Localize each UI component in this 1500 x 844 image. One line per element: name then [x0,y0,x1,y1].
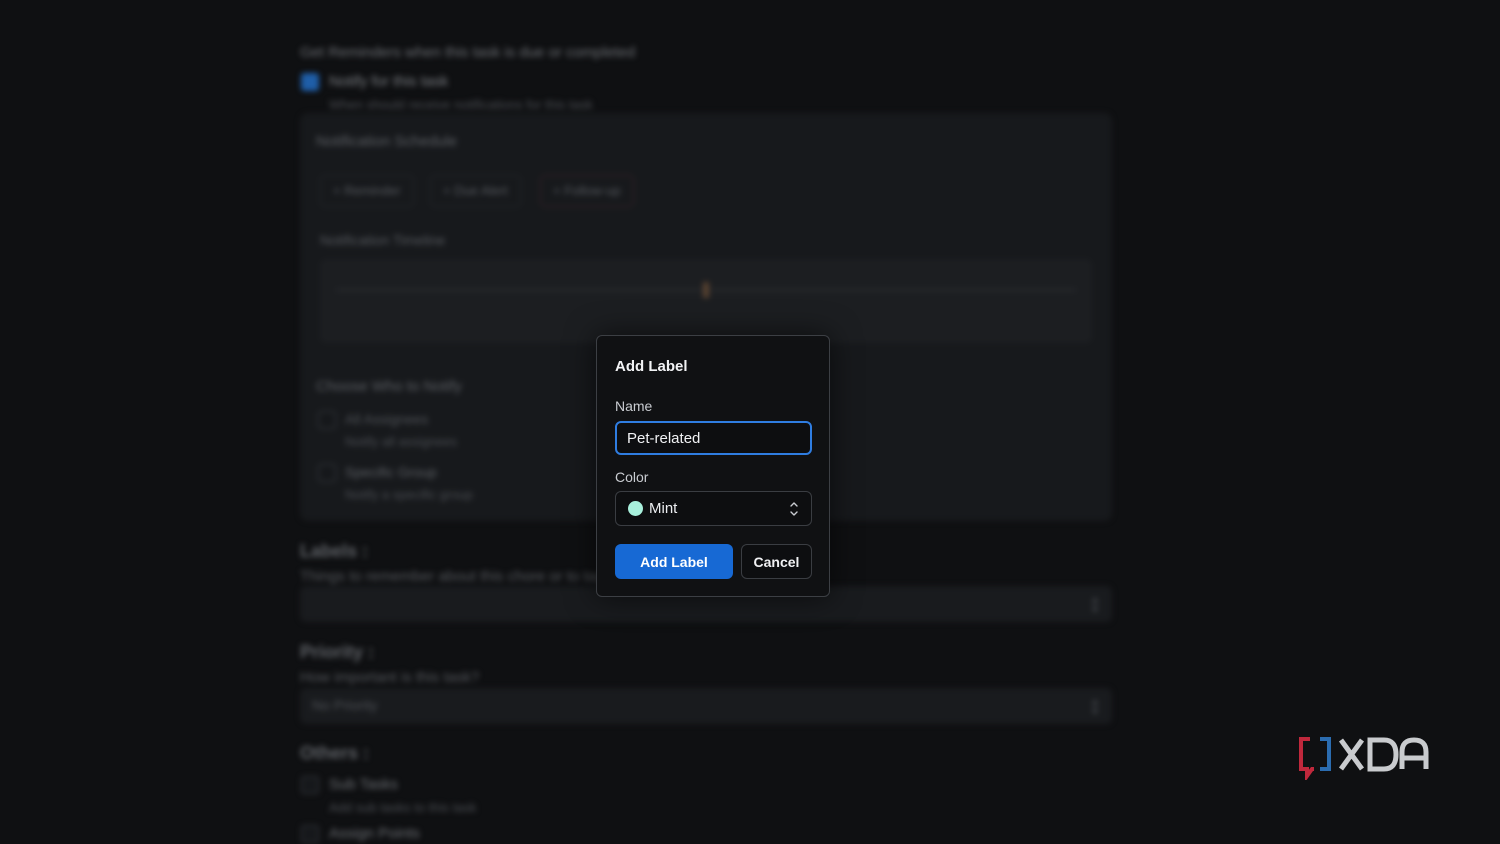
priority-select: No Priority ▴ ▾ [300,688,1112,724]
specific-group-sub: Notify a specific group [345,487,473,502]
sub-tasks-label: Sub Tasks [329,776,398,793]
labels-heading: Labels : [300,541,369,561]
assign-points-checkbox [301,825,319,843]
others-heading: Others : [300,743,370,763]
add-label-dialog: Add Label Name Color Mint Add Label Canc… [596,335,830,597]
cancel-button[interactable]: Cancel [741,544,812,579]
notify-sub: When should receive notifications for th… [329,97,593,112]
specific-group-label: Specific Group [345,464,437,480]
due-alert-chip: + Due Alert [430,175,521,207]
color-field-label: Color [615,469,649,485]
reminder-heading: Get Reminders when this task is due or c… [300,44,636,61]
priority-heading: Priority : [300,642,375,662]
xda-logo [1299,737,1429,780]
assign-points-label: Assign Points [329,825,420,842]
timeline-marker [703,282,709,298]
specific-group-checkbox [318,464,336,482]
sub-tasks-sub: Add sub tasks to this task [329,800,477,815]
all-assignees-label: All Assignees [345,411,429,427]
priority-sub: How important is this task? [300,669,480,686]
follow-up-chip: + Follow-up [540,175,634,207]
choose-title: Choose Who to Notify [316,378,462,395]
all-assignees-sub: Notify all assignees [345,434,457,449]
timeline-title: Notification Timeline [320,232,446,248]
reminder-chip: + Reminder [320,175,414,207]
priority-select-arrows-icon: ▴ ▾ [1091,694,1098,718]
name-field-label: Name [615,398,653,414]
notify-label: Notify for this task [329,73,449,90]
notify-checkbox [301,73,319,91]
sub-tasks-checkbox [301,776,319,794]
name-input[interactable] [615,421,812,455]
labels-select-arrows-icon: ▴ ▾ [1091,592,1098,616]
chevron-up-down-icon [790,502,798,516]
color-select[interactable]: Mint [615,491,812,526]
add-label-button[interactable]: Add Label [615,544,733,579]
color-value: Mint [649,500,678,517]
labels-sub: Things to remember about this chore or t… [300,568,616,585]
color-swatch [628,501,643,516]
schedule-title: Notification Schedule [316,133,457,150]
priority-value: No Priority [312,697,378,713]
timeline-track-area [320,259,1092,343]
all-assignees-checkbox [318,411,336,429]
dialog-title: Add Label [615,358,688,375]
